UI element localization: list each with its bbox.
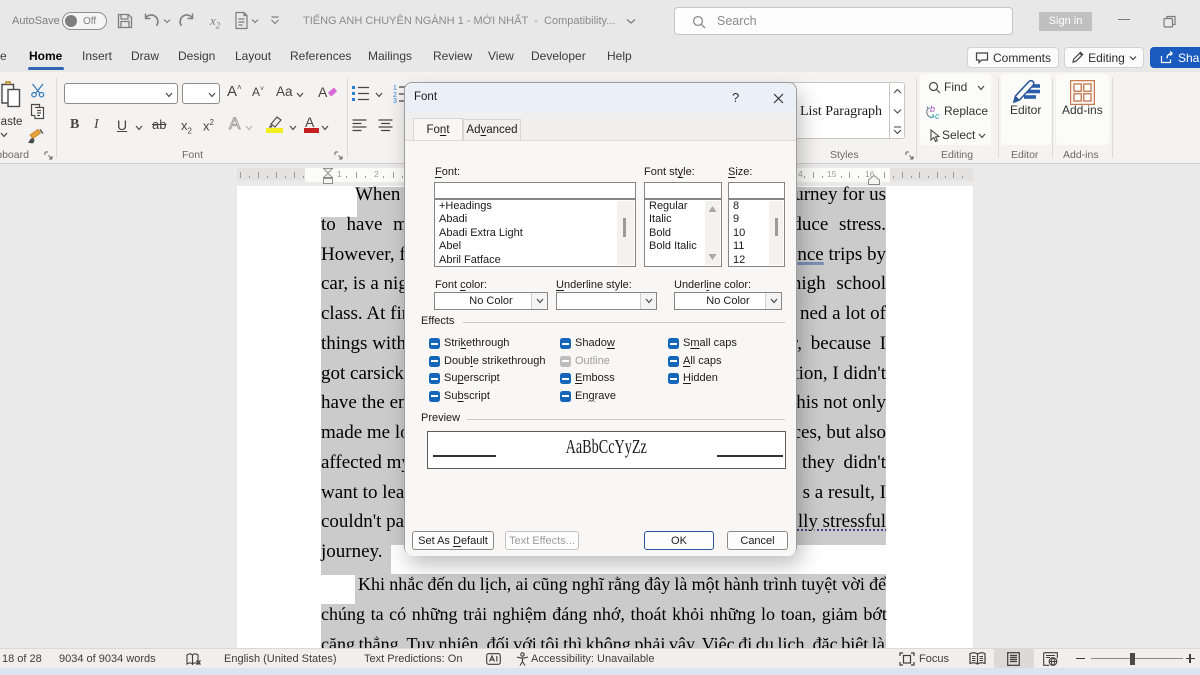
svg-text:c: c — [935, 111, 940, 120]
svg-text:3: 3 — [393, 98, 397, 103]
svg-text:1: 1 — [393, 85, 397, 92]
